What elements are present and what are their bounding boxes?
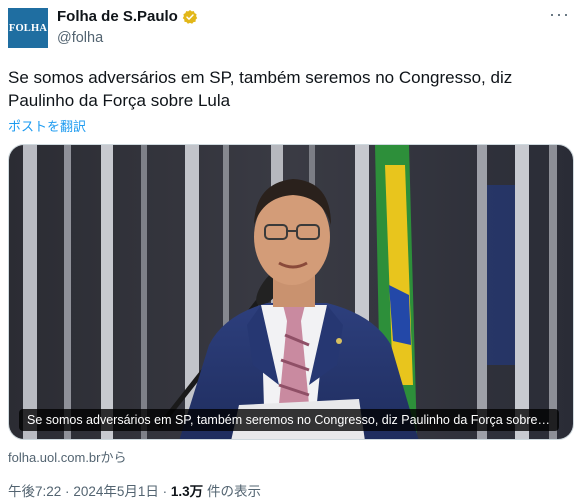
translate-post-link[interactable]: ポストを翻訳 bbox=[8, 116, 86, 135]
account-name[interactable]: Folha de S.Paulo bbox=[57, 8, 178, 25]
tweet-text: Se somos adversários em SP, também serem… bbox=[8, 68, 513, 110]
photo-speaker-at-podium bbox=[9, 145, 573, 439]
verified-badge-icon bbox=[182, 9, 198, 24]
views-count: 1.3万 bbox=[170, 484, 204, 499]
tweet-date[interactable]: 2024年5月1日 bbox=[73, 484, 159, 499]
tweet-time[interactable]: 午後7:22 bbox=[8, 484, 61, 499]
avatar-logo-text: FOLHA bbox=[8, 22, 48, 34]
card-caption: Se somos adversários em SP, também serem… bbox=[19, 409, 559, 431]
more-options-icon[interactable]: ··· bbox=[549, 4, 570, 25]
views-label: 件の表示 bbox=[206, 484, 261, 499]
source-link[interactable]: folha.uol.com.brから bbox=[8, 447, 127, 466]
meta-separator: · bbox=[65, 484, 70, 499]
account-handle[interactable]: @folha bbox=[57, 30, 103, 46]
link-card-image[interactable]: Se somos adversários em SP, também serem… bbox=[8, 144, 574, 440]
avatar[interactable]: FOLHA bbox=[8, 8, 48, 48]
meta-separator: · bbox=[162, 484, 168, 499]
tweet-meta: 午後7:22 · 2024年5月1日 · 1.3万 件の表示 bbox=[8, 480, 261, 500]
account-name-row[interactable]: Folha de S.Paulo bbox=[57, 8, 198, 25]
